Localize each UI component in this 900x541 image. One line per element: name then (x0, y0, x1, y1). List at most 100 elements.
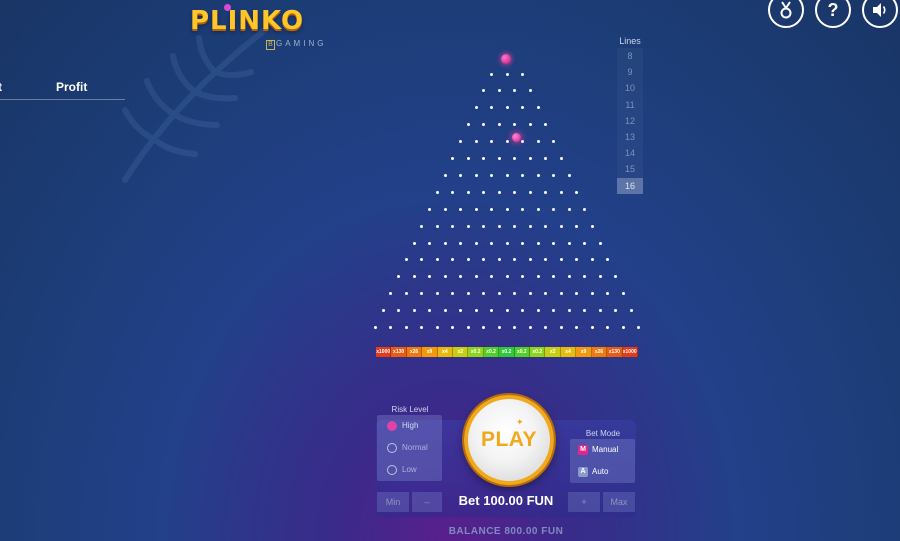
peg (528, 190, 532, 194)
control-panel: Risk Level High Normal Low PLAY ✦ Bet Mo… (376, 392, 636, 517)
peg (505, 72, 509, 76)
peg (505, 275, 509, 279)
peg (482, 157, 486, 160)
peg (552, 275, 555, 279)
peg (466, 157, 470, 160)
peg (614, 309, 617, 313)
lines-option-9[interactable]: 9 (617, 64, 643, 81)
peg (528, 326, 532, 329)
fern-decoration (122, 27, 268, 183)
peg (412, 241, 416, 245)
risk-normal-icon (387, 442, 397, 453)
peg (505, 173, 509, 177)
bet-decrease-button[interactable]: – (412, 492, 442, 512)
history-col-bet: t (0, 80, 2, 94)
risk-normal-label: Normal (402, 443, 428, 452)
peg (505, 207, 509, 211)
peg (373, 326, 377, 329)
peg (451, 190, 455, 194)
peg (513, 326, 517, 329)
peg (466, 224, 470, 228)
peg (459, 275, 462, 279)
risk-normal-option[interactable]: Normal (377, 437, 442, 459)
medal-button[interactable] (768, 0, 804, 28)
bet-min-button[interactable]: Min (377, 492, 409, 512)
peg (513, 258, 517, 262)
peg (575, 292, 579, 296)
peg (559, 326, 563, 329)
peg (629, 309, 633, 313)
peg (544, 292, 548, 296)
bet-mode-auto[interactable]: A Auto (570, 461, 635, 483)
peg (497, 258, 501, 262)
peg (443, 173, 447, 177)
peg (606, 292, 610, 296)
peg (583, 241, 586, 245)
peg (505, 140, 509, 144)
peg (497, 157, 501, 160)
multiplier-slot: x9 (422, 347, 438, 357)
peg (459, 241, 462, 245)
peg (536, 207, 540, 211)
manual-icon: M (578, 444, 588, 455)
peg (490, 309, 493, 313)
peg (497, 123, 501, 127)
balance-display: BALANCE 800.00 FUN (448, 526, 564, 537)
lines-option-16[interactable]: 16 (617, 177, 643, 194)
peg (381, 309, 385, 313)
speaker-icon (873, 3, 886, 17)
play-button[interactable]: PLAY ✦ (464, 395, 554, 485)
lines-option-12[interactable]: 12 (617, 112, 643, 129)
peg (474, 309, 478, 313)
lines-option-15[interactable]: 15 (617, 161, 643, 178)
peg (559, 258, 563, 262)
peg (435, 326, 439, 329)
peg (544, 326, 548, 329)
bet-mode-manual[interactable]: M Manual (570, 439, 635, 461)
peg (575, 224, 579, 228)
peg (497, 292, 501, 296)
peg (443, 275, 447, 279)
logo-title: PLINKO (190, 6, 305, 36)
lines-option-10[interactable]: 10 (617, 80, 643, 97)
peg (513, 157, 517, 160)
peg (389, 292, 393, 296)
risk-high-label: High (402, 421, 419, 430)
logo-b-badge: B (266, 40, 275, 50)
help-button[interactable]: ? (815, 0, 851, 28)
history-header: t Profit (0, 80, 125, 100)
risk-low-option[interactable]: Low (377, 459, 442, 481)
peg (544, 224, 548, 228)
peg (497, 190, 501, 194)
peg (428, 241, 431, 245)
peg (428, 275, 431, 279)
peg (590, 326, 594, 329)
sound-button[interactable] (862, 0, 898, 28)
peg (552, 173, 555, 177)
peg (614, 275, 617, 279)
peg (466, 123, 470, 127)
peg (513, 89, 517, 93)
peg (513, 190, 517, 194)
peg (552, 241, 555, 245)
multiplier-slot: x0.2 (468, 347, 484, 357)
peg (428, 207, 431, 211)
peg (482, 190, 486, 194)
lines-option-8[interactable]: 8 (617, 48, 643, 65)
help-icon: ? (827, 0, 839, 20)
peg (590, 292, 594, 296)
peg (451, 224, 455, 228)
peg (451, 326, 455, 329)
lines-option-11[interactable]: 11 (617, 96, 643, 113)
bet-increase-button[interactable]: + (568, 492, 600, 512)
peg (466, 190, 470, 194)
risk-high-option[interactable]: High (377, 415, 442, 437)
lines-option-13[interactable]: 13 (617, 128, 643, 146)
peg (435, 224, 439, 228)
lines-option-14[interactable]: 14 (617, 145, 643, 162)
peg (435, 292, 439, 296)
bet-max-button[interactable]: Max (603, 492, 635, 512)
multiplier-slot: x4 (437, 347, 454, 357)
peg (536, 173, 540, 177)
peg (482, 292, 486, 296)
